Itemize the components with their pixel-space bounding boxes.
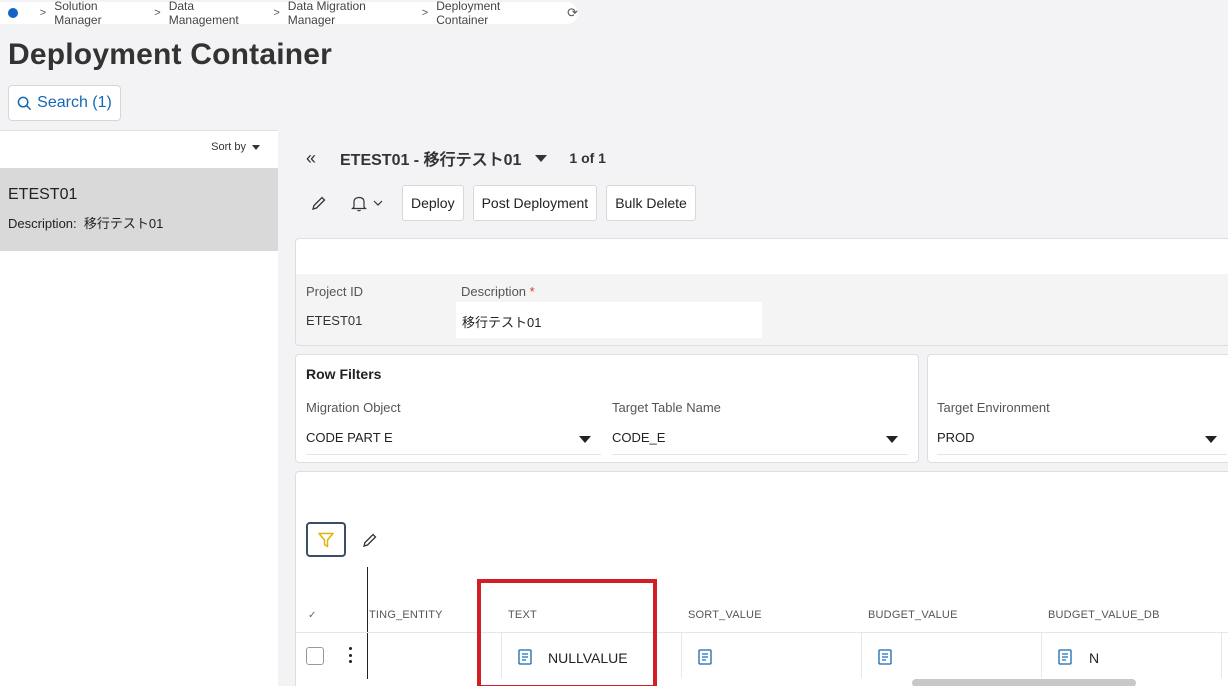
project-id-value: ETEST01 — [306, 313, 363, 328]
project-panel: Project ID ETEST01 Description * 移行テスト01 — [295, 274, 1228, 346]
record-header: « ETEST01 - 移行テスト01 1 of 1 — [306, 146, 606, 170]
document-icon[interactable] — [698, 649, 712, 665]
target-environment-value: PROD — [937, 430, 975, 445]
caret-down-icon[interactable] — [535, 154, 548, 162]
caret-down-icon — [579, 436, 591, 443]
breadcrumb: > Solution Manager > Data Management > D… — [0, 0, 578, 27]
document-icon[interactable] — [878, 649, 892, 665]
caret-down-icon — [1205, 436, 1217, 443]
list-item[interactable]: ETEST01 Description: 移行テスト01 — [0, 168, 278, 251]
caret-down-icon — [886, 436, 898, 443]
chevron-right-icon: > — [154, 7, 161, 19]
kebab-menu-icon[interactable] — [348, 647, 352, 663]
horizontal-scrollbar[interactable] — [912, 679, 1136, 686]
column-header-ting-entity[interactable]: TING_ENTITY — [369, 609, 443, 621]
target-environment-panel: Target Environment PROD — [927, 354, 1228, 463]
search-button-label: Search (1) — [37, 94, 112, 111]
double-chevron-left-icon[interactable]: « — [306, 148, 328, 169]
search-button[interactable]: Search (1) — [8, 85, 121, 121]
migration-object-label: Migration Object — [306, 400, 401, 415]
column-header-budget-value-db[interactable]: BUDGET_VALUE_DB — [1048, 609, 1160, 621]
refresh-icon[interactable]: ⟳ — [567, 5, 578, 21]
record-count: 1 of 1 — [569, 150, 606, 166]
description-label-text: Description — [461, 284, 527, 299]
record-title[interactable]: ETEST01 - 移行テスト01 — [340, 146, 521, 170]
description-label: Description * — [461, 284, 535, 299]
filter-button[interactable] — [306, 522, 346, 557]
list-item-description-label: Description: — [8, 216, 77, 231]
project-id-label: Project ID — [306, 284, 364, 299]
list-item-title: ETEST01 — [8, 186, 78, 203]
description-input[interactable]: 移行テスト01 — [456, 302, 762, 338]
pencil-icon[interactable] — [358, 528, 382, 552]
sort-by-dropdown[interactable]: Sort by — [211, 141, 260, 153]
required-mark: * — [529, 284, 535, 299]
chevron-right-icon: > — [421, 7, 429, 19]
list-item-description-value: 移行テスト01 — [83, 216, 164, 231]
breadcrumb-item-deployment-container: Deployment Container — [436, 0, 501, 27]
list-item-description: Description: 移行テスト01 — [8, 213, 270, 232]
row-checkbox[interactable] — [306, 647, 324, 665]
cell-separator — [1041, 633, 1042, 678]
caret-down-icon — [252, 144, 260, 150]
row-filters-panel: Row Filters Migration Object CODE PART E… — [295, 354, 919, 463]
cell-separator — [1221, 633, 1222, 678]
target-environment-label: Target Environment — [937, 400, 1050, 415]
document-icon[interactable] — [1058, 649, 1072, 665]
migration-object-value: CODE PART E — [306, 430, 393, 445]
header-row-separator — [296, 632, 1228, 633]
funnel-icon — [318, 532, 334, 547]
breadcrumb-item-data-management[interactable]: Data Management — [169, 0, 266, 27]
select-all-check-icon[interactable]: ✓ — [308, 610, 316, 621]
record-list: Sort by ETEST01 Description: 移行テスト01 — [0, 130, 278, 686]
page-title: Deployment Container — [8, 38, 333, 71]
breadcrumb-item-data-migration-manager[interactable]: Data Migration Manager — [288, 0, 414, 27]
sort-by-label: Sort by — [211, 141, 246, 153]
bell-icon — [351, 196, 367, 211]
target-environment-select[interactable]: PROD — [937, 421, 1227, 455]
notifications-dropdown[interactable] — [351, 195, 383, 212]
column-header-sort-value[interactable]: SORT_VALUE — [688, 609, 762, 621]
data-grid-panel: ✓ TING_ENTITY TEXT SORT_VALUE BUDGET_VAL… — [295, 471, 1228, 686]
search-icon — [17, 96, 32, 110]
cell-budget-value-db: N — [1089, 650, 1100, 666]
cell-separator — [681, 633, 682, 678]
post-deployment-button[interactable]: Post Deployment — [472, 185, 598, 221]
migration-object-select[interactable]: CODE PART E — [306, 421, 601, 455]
toolbar: Deploy Post Deployment Bulk Delete — [306, 185, 696, 221]
bulk-delete-button[interactable]: Bulk Delete — [606, 185, 696, 221]
highlight-box — [477, 579, 657, 686]
deploy-button[interactable]: Deploy — [402, 185, 464, 221]
chevron-down-icon — [373, 200, 383, 206]
row-filters-title: Row Filters — [306, 366, 382, 382]
breadcrumb-item-solution-manager[interactable]: Solution Manager — [54, 0, 146, 27]
home-dot-icon[interactable] — [8, 8, 18, 18]
target-table-label: Target Table Name — [612, 400, 721, 415]
column-divider — [367, 567, 368, 679]
chevron-right-icon: > — [39, 7, 47, 19]
target-table-value: CODE_E — [612, 430, 666, 445]
target-table-select[interactable]: CODE_E — [612, 421, 908, 455]
header-panel — [295, 238, 1228, 275]
chevron-right-icon: > — [273, 7, 280, 19]
cell-separator — [861, 633, 862, 678]
pencil-icon[interactable] — [306, 190, 332, 216]
column-header-budget-value[interactable]: BUDGET_VALUE — [868, 609, 958, 621]
